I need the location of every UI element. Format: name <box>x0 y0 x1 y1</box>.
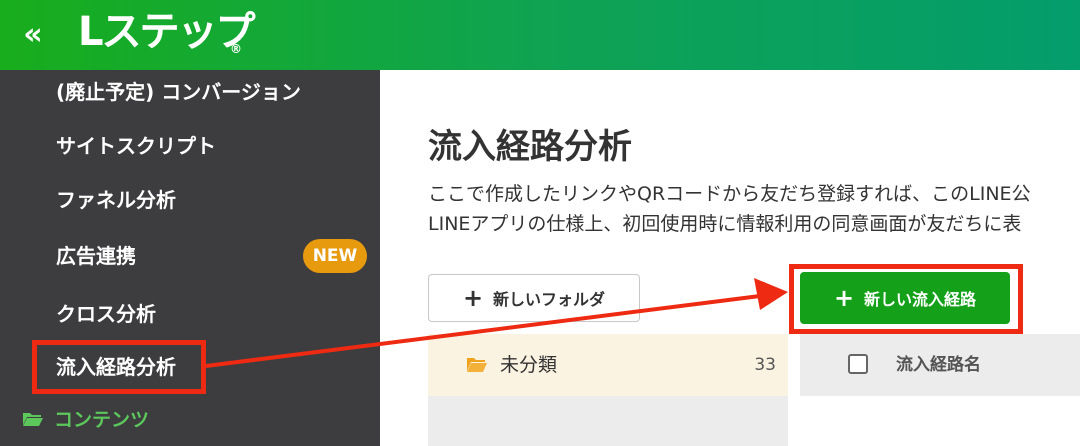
plus-icon: + <box>833 284 855 312</box>
lstep-logo[interactable]: Lステップ ® <box>78 8 258 62</box>
page-title: 流入経路分析 <box>428 127 632 167</box>
folder-open-icon <box>22 407 44 435</box>
new-badge: NEW <box>303 239 367 273</box>
folder-item-uncategorized[interactable]: 未分類 33 <box>428 334 788 396</box>
new-folder-button[interactable]: + 新しいフォルダ <box>428 274 640 322</box>
sidebar-item-ad-integration[interactable]: 広告連携 <box>56 242 136 270</box>
table-header: 流入経路名 <box>800 334 1080 396</box>
description-line-1: ここで作成したリンクやQRコードから友だち登録すれば、このLINE公 <box>428 183 1031 205</box>
sidebar-section-contents[interactable]: コンテンツ <box>22 406 149 434</box>
column-header-route-name[interactable]: 流入経路名 <box>896 350 981 380</box>
logo-text: Lステップ <box>78 9 255 55</box>
folder-count: 33 <box>754 355 776 375</box>
top-header: « Lステップ ® <box>0 0 1080 70</box>
folder-name: 未分類 <box>500 354 558 376</box>
description-line-2: LINEアプリの仕様上、初回使用時に情報利用の同意画面が友だちに表 <box>428 213 1022 235</box>
select-all-checkbox[interactable] <box>848 354 868 374</box>
sidebar: (廃止予定) コンバージョン サイトスクリプト ファネル分析 広告連携 NEW … <box>0 70 380 446</box>
logo-registered-mark: ® <box>230 42 242 56</box>
plus-icon: + <box>462 284 484 312</box>
sidebar-item-inflow-route-analysis[interactable]: 流入経路分析 <box>56 353 176 381</box>
folder-icon <box>466 356 488 377</box>
sidebar-section-label: コンテンツ <box>54 409 150 431</box>
collapse-sidebar-icon[interactable]: « <box>18 18 48 52</box>
new-folder-label: 新しいフォルダ <box>493 290 606 309</box>
new-inflow-route-label: 新しい流入経路 <box>864 290 977 309</box>
sidebar-item-funnel-analysis[interactable]: ファネル分析 <box>56 186 176 214</box>
new-inflow-route-button[interactable]: + 新しい流入経路 <box>800 272 1010 324</box>
sidebar-item-conversion[interactable]: (廃止予定) コンバージョン <box>56 78 301 106</box>
sidebar-item-cross-analysis[interactable]: クロス分析 <box>56 300 156 328</box>
sidebar-item-site-script[interactable]: サイトスクリプト <box>56 132 216 160</box>
